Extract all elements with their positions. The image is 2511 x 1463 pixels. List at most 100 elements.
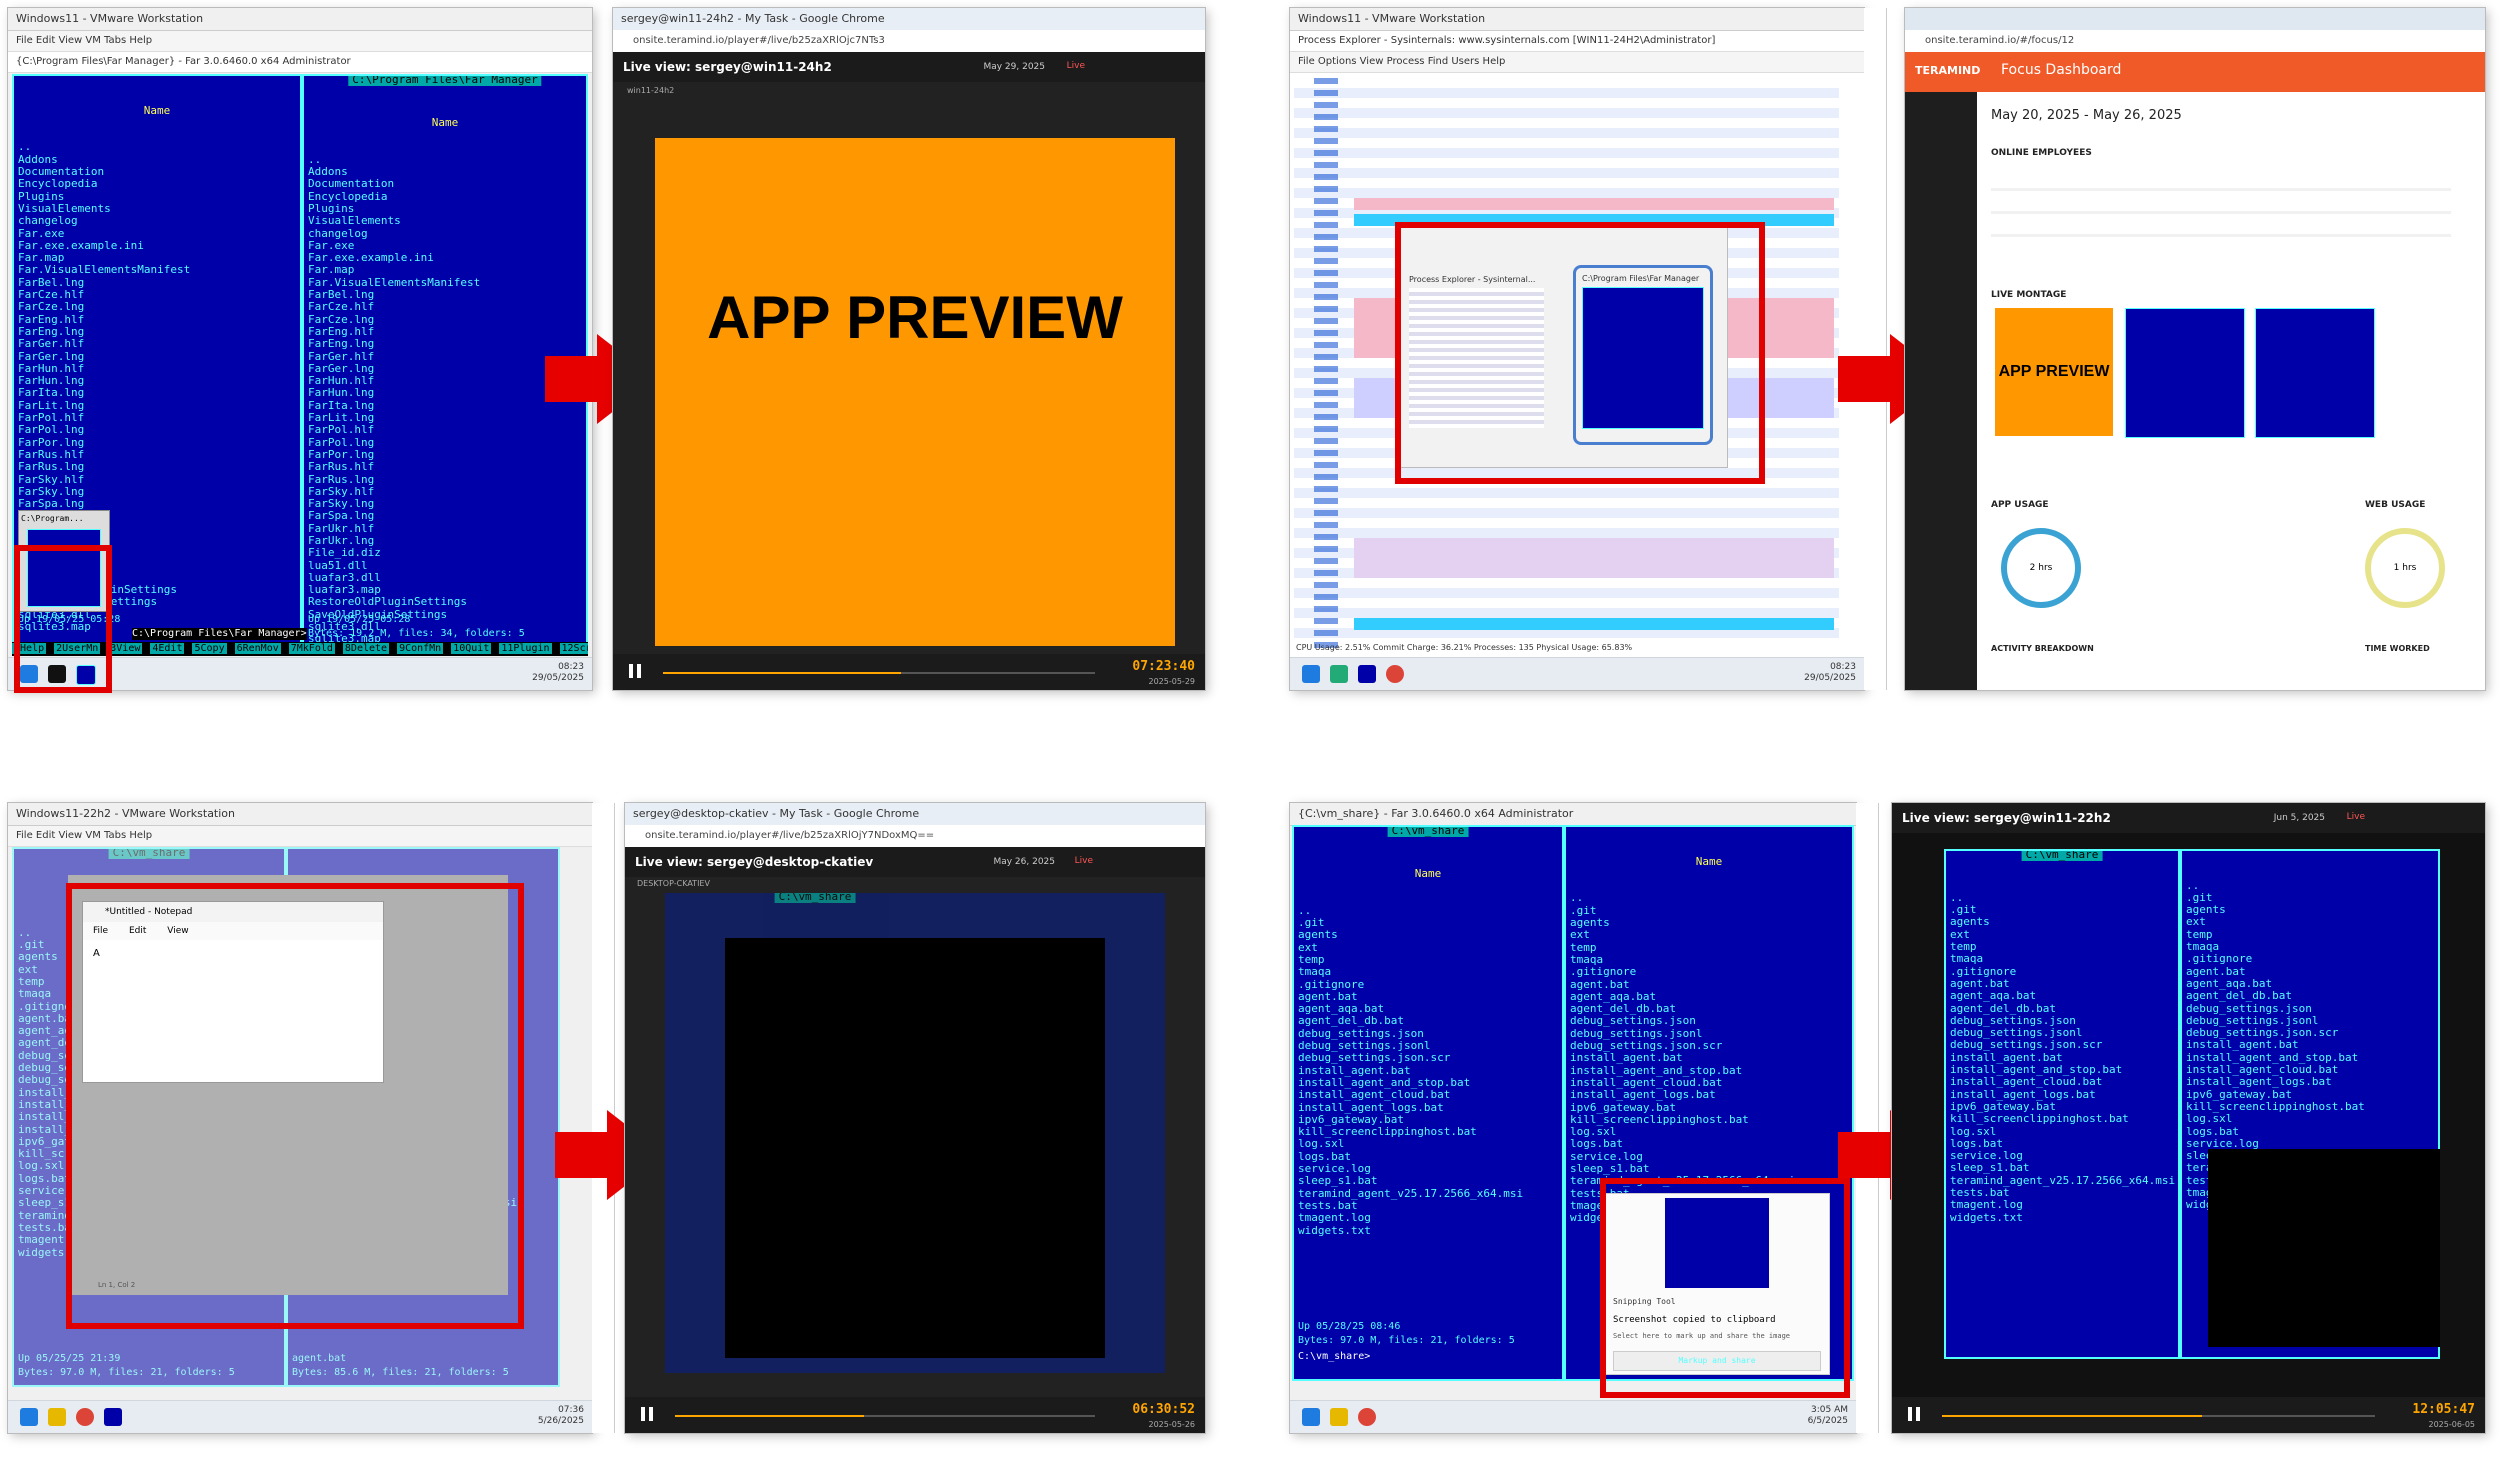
file-entry[interactable]: FarGer.hlf — [308, 350, 582, 363]
key-f12[interactable]: 12Screen — [559, 643, 588, 654]
sidebar[interactable] — [1905, 92, 1977, 690]
file-entry[interactable]: ipv6_gateway.bat — [1570, 1101, 1848, 1114]
file-entry[interactable]: FarGer.lng — [18, 350, 296, 363]
windows-start-icon[interactable] — [20, 1408, 38, 1426]
file-entry[interactable]: install_agent_logs.bat — [1298, 1101, 1558, 1114]
command-prompt[interactable]: C:\vm_share> — [1298, 1351, 1370, 1363]
file-entry[interactable]: Far.map — [308, 264, 582, 277]
file-entry[interactable]: Encyclopedia — [18, 178, 296, 191]
command-prompt[interactable]: C:\Program Files\Far Manager> — [132, 627, 307, 640]
file-entry[interactable]: Far.VisualElementsManifest — [18, 264, 296, 277]
file-entry[interactable]: temp — [1570, 941, 1848, 954]
file-entry[interactable]: tmaqa — [1298, 965, 1558, 978]
pause-icon[interactable] — [641, 1407, 653, 1421]
far-manager-icon[interactable] — [104, 1408, 122, 1426]
chrome-icon[interactable] — [1386, 665, 1404, 683]
file-entry[interactable]: changelog — [308, 227, 582, 240]
file-entry[interactable]: install_agent_logs.bat — [1570, 1088, 1848, 1101]
date-range[interactable]: May 20, 2025 - May 26, 2025 — [1991, 108, 2182, 123]
chrome-icon[interactable] — [1358, 1408, 1376, 1426]
key-f6[interactable]: 6RenMov — [234, 643, 281, 654]
windows-start-icon[interactable] — [1302, 1408, 1320, 1426]
timeline-slider[interactable] — [675, 1415, 1095, 1417]
file-entry[interactable]: debug_settings.json.scr — [1298, 1052, 1558, 1065]
file-entry[interactable]: install_agent_cloud.bat — [1298, 1088, 1558, 1101]
file-entry[interactable]: FarEng.lng — [308, 337, 582, 350]
file-entry[interactable]: .gitignore — [1298, 978, 1558, 991]
file-entry[interactable]: FarPol.hlf — [308, 424, 582, 437]
key-f10[interactable]: 10Quit — [451, 643, 492, 654]
file-entry[interactable]: sleep_s1.bat — [1298, 1175, 1558, 1188]
file-entry[interactable]: FarSpa.lng — [308, 510, 582, 523]
file-list-right[interactable]: ...gitagentsexttemptmaqa.gitignoreagent.… — [1570, 892, 1848, 1224]
montage-tile-preview[interactable]: APP PREVIEW — [1995, 308, 2113, 436]
file-entry[interactable]: agent.bat — [1570, 978, 1848, 991]
file-entry[interactable]: .. — [1298, 904, 1558, 917]
process-explorer-icon[interactable] — [1330, 665, 1348, 683]
address-bar[interactable]: onsite.teramind.io/player#/live/b25zaXRl… — [625, 825, 1205, 848]
file-entry[interactable]: .. — [18, 141, 296, 154]
file-entry[interactable]: .git — [1570, 904, 1848, 917]
key-f7[interactable]: 7MkFold — [288, 643, 335, 654]
key-f11[interactable]: 11Plugin — [499, 643, 552, 654]
file-entry[interactable]: FarRus.lng — [308, 473, 582, 486]
pause-icon[interactable] — [1908, 1407, 1920, 1421]
montage-tile[interactable] — [2255, 308, 2375, 438]
browser-tab-title[interactable]: sergey@desktop-ckatiev - My Task - Googl… — [625, 803, 1205, 825]
file-entry[interactable]: FarIta.lng — [18, 387, 296, 400]
far-manager-icon[interactable] — [1358, 665, 1376, 683]
file-list-left[interactable]: .. .git agents ext temp tmaqa .gitignore agent.… — [1298, 904, 1558, 1237]
file-entry[interactable]: log.sxl — [1298, 1138, 1558, 1151]
file-entry[interactable]: logs.bat — [1570, 1138, 1848, 1151]
file-entry[interactable]: FarGer.hlf — [18, 337, 296, 350]
chrome-icon[interactable] — [76, 1408, 94, 1426]
file-entry[interactable]: agents — [1298, 929, 1558, 942]
file-entry[interactable]: tmagent.log — [1298, 1211, 1558, 1224]
file-entry[interactable]: agent_del_db.bat — [1298, 1015, 1558, 1028]
browser-tab-title[interactable]: sergey@win11-24h2 - My Task - Google Chr… — [613, 8, 1205, 30]
file-entry[interactable]: install_agent.bat — [1570, 1052, 1848, 1065]
file-entry[interactable]: FarSky.hlf — [18, 473, 296, 486]
file-entry[interactable]: .. — [1570, 892, 1848, 905]
file-list-right[interactable]: .. Addons Documentation Encyclopedia Plugins… — [308, 153, 582, 646]
montage-tile[interactable] — [2125, 308, 2245, 438]
file-entry[interactable]: agents — [1570, 916, 1848, 929]
file-entry[interactable]: RestoreOldPluginSettings — [308, 596, 582, 609]
file-entry[interactable]: ext — [1570, 929, 1848, 942]
address-bar[interactable]: onsite.teramind.io/#/focus/12 — [1905, 30, 2485, 53]
address-bar[interactable]: onsite.teramind.io/player#/live/b25zaXRl… — [613, 30, 1205, 53]
menu-bar[interactable]: File Edit View VM Tabs Help — [8, 31, 592, 52]
file-entry[interactable]: FarPol.lng — [18, 424, 296, 437]
file-entry[interactable]: .gitignore — [1570, 965, 1848, 978]
key-f3[interactable]: 3View — [108, 643, 143, 654]
pause-icon[interactable] — [629, 664, 641, 678]
file-entry[interactable]: .. — [308, 153, 582, 166]
menu-bar[interactable]: File Options View Process Find Users Hel… — [1290, 52, 1864, 73]
file-entry[interactable]: FarCze.lng — [18, 301, 296, 314]
file-entry[interactable]: changelog — [18, 214, 296, 227]
file-entry[interactable]: File_id.diz — [308, 546, 582, 559]
file-entry[interactable]: temp — [1298, 953, 1558, 966]
key-f4[interactable]: 4Edit — [150, 643, 185, 654]
menu-bar[interactable]: File Edit View VM Tabs Help — [8, 826, 592, 847]
explorer-icon[interactable] — [48, 1408, 66, 1426]
employee-list[interactable] — [1991, 168, 2451, 238]
file-entry[interactable]: FarRus.lng — [18, 460, 296, 473]
timeline-slider[interactable] — [663, 672, 1095, 674]
file-entry[interactable]: FarCze.hlf — [308, 301, 582, 314]
file-entry[interactable]: FarRus.hlf — [308, 460, 582, 473]
file-entry[interactable]: Far.exe — [18, 227, 296, 240]
timeline-slider[interactable] — [1942, 1415, 2375, 1417]
key-f8[interactable]: 8Delete — [342, 643, 390, 654]
browser-tabs[interactable] — [1905, 8, 2485, 30]
file-entry[interactable]: debug_settings.json — [1570, 1015, 1848, 1028]
key-f5[interactable]: 5Copy — [192, 643, 227, 654]
file-entry[interactable]: ext — [1298, 941, 1558, 954]
far-left-panel[interactable]: C:\vm_share Name ...gitagentsexttemptmaq… — [1292, 825, 1564, 1381]
file-entry[interactable]: FarHun.lng — [308, 387, 582, 400]
key-f9[interactable]: 9ConfMn — [397, 643, 444, 654]
file-entry[interactable]: VisualElements — [308, 214, 582, 227]
explorer-icon[interactable] — [1330, 1408, 1348, 1426]
windows-start-icon[interactable] — [1302, 665, 1320, 683]
file-entry[interactable]: Documentation — [308, 178, 582, 191]
